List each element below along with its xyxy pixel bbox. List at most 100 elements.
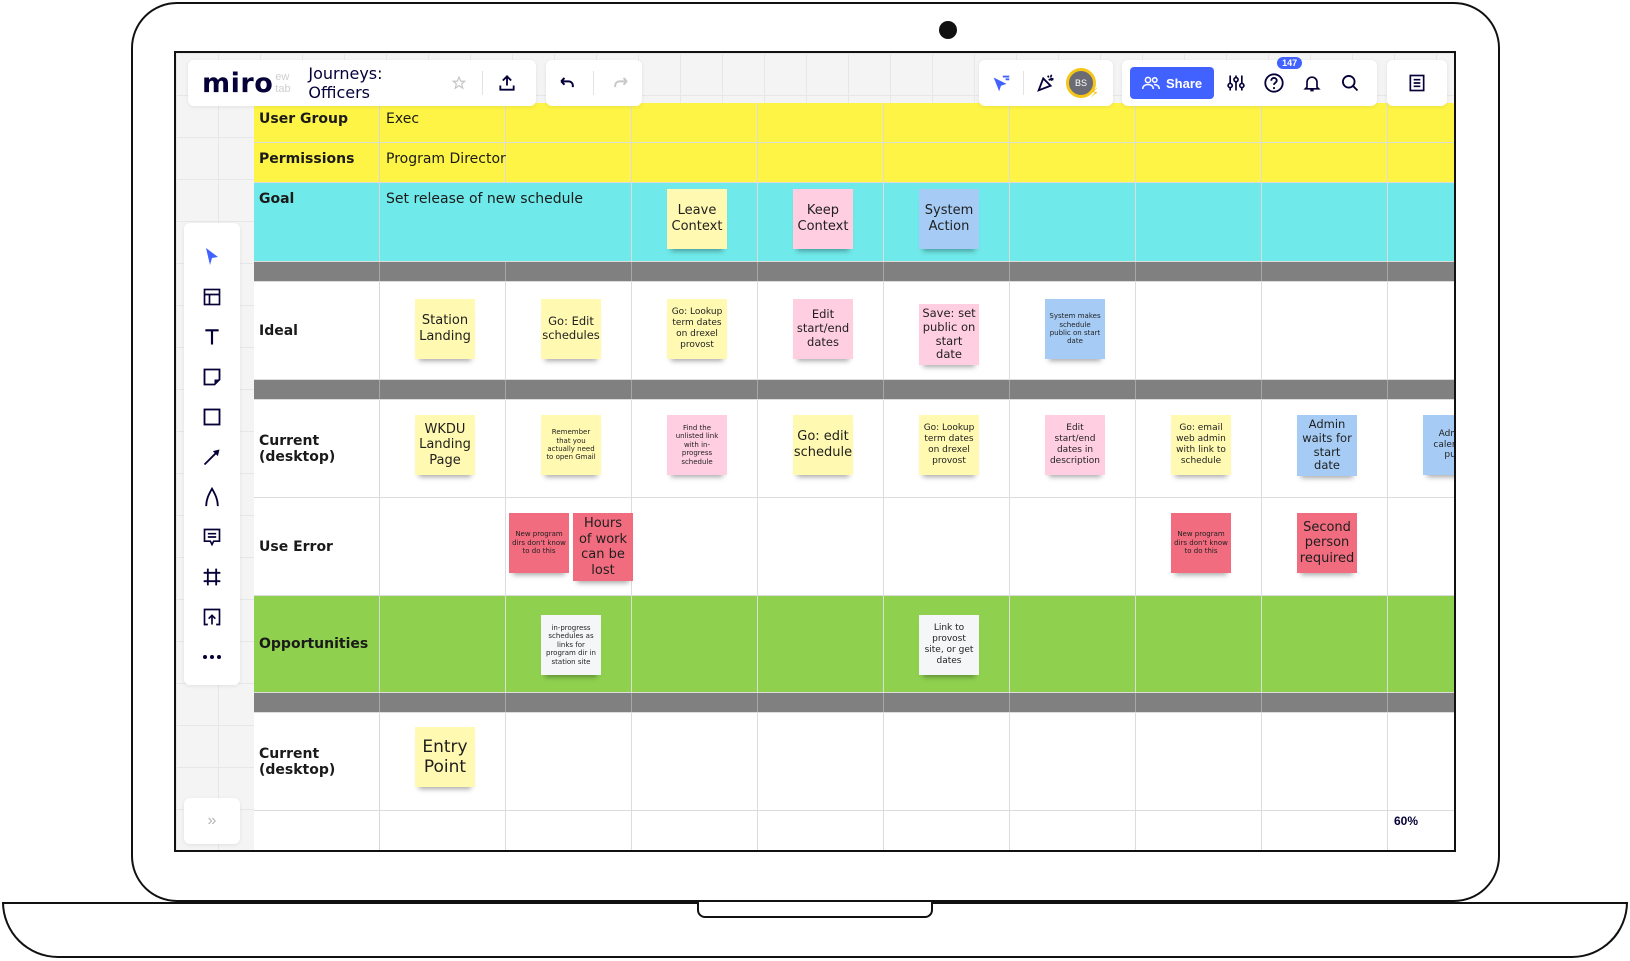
select-tool[interactable] bbox=[196, 241, 228, 273]
help-icon bbox=[1264, 73, 1284, 93]
shape-tool[interactable] bbox=[196, 401, 228, 433]
user-group-value: Exec bbox=[386, 111, 420, 127]
row-opportunities: Opportunities in-progress schedules as l… bbox=[254, 596, 1454, 693]
sticky-note[interactable]: in-progress schedules as links for progr… bbox=[541, 615, 601, 675]
row-divider bbox=[254, 693, 1454, 713]
pen-tool[interactable] bbox=[196, 481, 228, 513]
sticky-note[interactable]: System makes schedule public on start da… bbox=[1045, 299, 1105, 359]
notes-panel bbox=[1387, 60, 1447, 106]
text-tool[interactable] bbox=[196, 321, 228, 353]
sticky-note[interactable]: WKDU Landing Page bbox=[415, 415, 475, 475]
sticky-note[interactable]: Edit start/end dates in description bbox=[1045, 415, 1105, 475]
upload-tool[interactable] bbox=[196, 601, 228, 633]
permissions-value: Program Director bbox=[386, 151, 506, 167]
sticky-note[interactable]: Edit start/end dates bbox=[793, 299, 853, 359]
row-label: Goal bbox=[254, 183, 380, 261]
sticky-note[interactable]: Go: Lookup term dates on drexel provost bbox=[919, 415, 979, 475]
sticky-note[interactable]: Go: email web admin with link to schedul… bbox=[1171, 415, 1231, 475]
board-header-panel: miro ew tab Journeys: Officers bbox=[188, 60, 536, 106]
undo-icon bbox=[560, 77, 574, 88]
notifications-button[interactable] bbox=[1296, 67, 1328, 99]
help-button[interactable]: 147 bbox=[1258, 57, 1303, 99]
sticky-note[interactable]: Second person required bbox=[1297, 513, 1357, 573]
sticky-note[interactable]: New program dirs don't know to do this bbox=[509, 513, 569, 573]
comment-icon bbox=[203, 528, 221, 547]
sticky-note[interactable]: Go: edit schedule bbox=[793, 415, 853, 475]
sticky-note[interactable]: Admin waits for start date bbox=[1297, 415, 1357, 477]
comment-tool[interactable] bbox=[196, 521, 228, 553]
row-current-desktop-2: Current (desktop) Entry Point bbox=[254, 713, 1454, 811]
row-current-desktop: Current (desktop) WKDU Landing Page Reme… bbox=[254, 400, 1454, 498]
users-icon bbox=[1142, 76, 1160, 90]
frame-icon bbox=[203, 568, 221, 586]
row-label: Current (desktop) bbox=[254, 400, 380, 497]
bell-icon bbox=[1303, 76, 1321, 92]
journey-map-board: User Group Exec Permissions Program Dire… bbox=[254, 103, 1454, 850]
legend-leave-context[interactable]: Leave Context bbox=[667, 189, 727, 249]
laptop-notch bbox=[697, 902, 933, 918]
connection-line-tool[interactable] bbox=[196, 441, 228, 473]
row-goal: Goal Set release of new schedule Leave C… bbox=[254, 183, 1454, 262]
share-button[interactable]: Share bbox=[1130, 67, 1215, 99]
upload-icon bbox=[203, 608, 221, 626]
expand-panel-button[interactable]: » bbox=[184, 798, 240, 844]
sticky-note[interactable]: Go: Lookup term dates on drexel provost bbox=[667, 299, 727, 359]
row-use-error: Use Error New program dirs don't know to… bbox=[254, 498, 1454, 596]
row-label: Permissions bbox=[254, 143, 380, 182]
miro-logo[interactable]: miro bbox=[202, 68, 273, 99]
board-settings-button[interactable] bbox=[1220, 67, 1252, 99]
row-ideal: Ideal Station Landing Go: Edit schedules… bbox=[254, 282, 1454, 380]
avatar[interactable]: BS ⚡ bbox=[1066, 68, 1099, 100]
row-label: Opportunities bbox=[254, 596, 380, 692]
sticky-note[interactable]: Remember that you actually need to open … bbox=[541, 415, 601, 475]
row-permissions: Permissions Program Director bbox=[254, 143, 1454, 183]
avatar-initials: BS bbox=[1074, 78, 1087, 88]
text-icon bbox=[205, 329, 219, 345]
sticky-note[interactable]: Find the unlisted link with in-progress … bbox=[667, 415, 727, 475]
cursor-follow-icon bbox=[993, 75, 1010, 92]
row-divider bbox=[254, 380, 1454, 400]
goal-value: Set release of new schedule bbox=[386, 191, 584, 207]
legend-system-action[interactable]: System Action bbox=[919, 189, 979, 249]
star-icon[interactable] bbox=[444, 67, 475, 99]
sticky-note[interactable]: Link to provost site, or get dates bbox=[919, 615, 979, 675]
sticky-note[interactable]: Entry Point bbox=[415, 727, 475, 787]
export-button[interactable] bbox=[491, 67, 522, 99]
square-icon bbox=[203, 408, 221, 426]
sticky-note-tool[interactable] bbox=[196, 361, 228, 393]
celebrate-button[interactable] bbox=[1030, 67, 1062, 99]
undo-redo-panel bbox=[546, 60, 642, 106]
board-title[interactable]: Journeys: Officers bbox=[308, 64, 443, 102]
templates-tool[interactable] bbox=[196, 281, 228, 313]
row-label: Use Error bbox=[254, 498, 380, 595]
cursor-follow-button[interactable] bbox=[985, 67, 1017, 99]
miro-board-canvas[interactable]: User Group Exec Permissions Program Dire… bbox=[174, 51, 1456, 852]
row-label: Ideal bbox=[254, 282, 380, 379]
sticky-note[interactable]: New program dirs don't know to do this bbox=[1171, 513, 1231, 573]
sticky-note[interactable]: Station Landing bbox=[415, 299, 475, 359]
divider bbox=[1023, 71, 1024, 95]
frame-tool[interactable] bbox=[196, 561, 228, 593]
search-button[interactable] bbox=[1334, 67, 1366, 99]
divider bbox=[482, 71, 484, 95]
sticky-note[interactable]: Go: Edit schedules bbox=[541, 299, 601, 359]
more-tools[interactable] bbox=[196, 641, 228, 673]
row-label: Current (desktop) bbox=[254, 713, 380, 810]
share-panel: Share 147 bbox=[1122, 57, 1377, 106]
sticky-note[interactable]: Save: set public on start date bbox=[919, 304, 979, 366]
zoom-level[interactable]: 60% bbox=[1394, 814, 1418, 828]
row-empty bbox=[254, 811, 1454, 850]
sticky-note[interactable]: Admin calendar pub bbox=[1423, 415, 1454, 475]
sticky-note[interactable]: Hours of work can be lost bbox=[573, 513, 633, 582]
undo-button[interactable] bbox=[551, 67, 583, 99]
redo-button[interactable] bbox=[605, 67, 637, 99]
sticky-note-icon bbox=[203, 368, 221, 386]
more-icon bbox=[203, 655, 221, 659]
chevron-double-right-icon: » bbox=[207, 812, 217, 829]
legend-keep-context[interactable]: Keep Context bbox=[793, 189, 853, 249]
redo-icon bbox=[613, 77, 628, 88]
board-notes-button[interactable] bbox=[1401, 67, 1433, 99]
row-user-group: User Group Exec bbox=[254, 103, 1454, 143]
sliders-icon bbox=[1227, 75, 1245, 91]
ghost-tab-text: ew tab bbox=[275, 71, 291, 95]
